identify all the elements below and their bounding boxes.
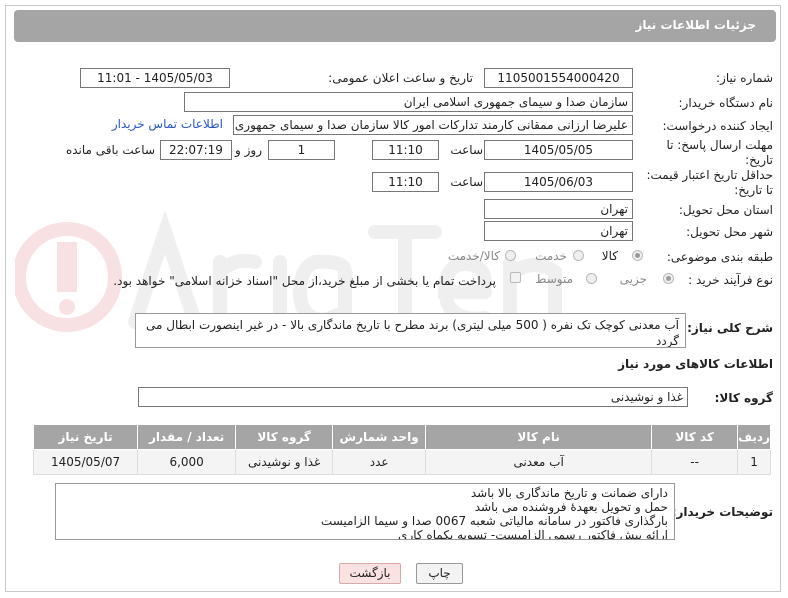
col-quantity: تعداد / مقدار bbox=[137, 424, 237, 450]
col-unit: واحد شمارش bbox=[332, 424, 427, 450]
col-group: گروه کالا bbox=[235, 424, 334, 450]
description-label: شرح کلی نیاز: bbox=[687, 321, 773, 335]
purchase-type-label: نوع فرآیند خرید : bbox=[688, 273, 773, 287]
days-field[interactable]: 1 bbox=[268, 140, 335, 160]
table-header-row: ردیف کد کالا نام کالا واحد شمارش گروه کا… bbox=[32, 424, 771, 450]
cell-unit: عدد bbox=[332, 449, 427, 475]
announce-label: تاریخ و ساعت اعلان عمومی: bbox=[328, 71, 473, 85]
need-number-label: شماره نیاز: bbox=[716, 71, 773, 85]
category-option-goods: کالا bbox=[601, 249, 618, 263]
validity-time-label: ساعت bbox=[450, 175, 483, 189]
table-row[interactable]: 1 -- آب معدنی عدد غذا و نوشیدنی 6,000 14… bbox=[32, 449, 771, 475]
category-option-service: خدمت bbox=[535, 249, 567, 263]
city-field[interactable]: تهران bbox=[484, 221, 633, 241]
cell-item-name: آب معدنی bbox=[425, 449, 653, 475]
category-radio-both[interactable] bbox=[505, 250, 516, 261]
category-radio-service[interactable] bbox=[573, 250, 584, 261]
col-row-number: ردیف bbox=[737, 424, 771, 450]
cell-row-number: 1 bbox=[737, 449, 771, 475]
validity-label-date: تا تاریخ: bbox=[734, 183, 773, 197]
deadline-time-field[interactable]: 11:10 bbox=[372, 140, 439, 160]
back-button[interactable]: بازگشت bbox=[339, 563, 401, 584]
requester-label: ایجاد کننده درخواست: bbox=[662, 119, 773, 133]
province-field[interactable]: تهران bbox=[484, 199, 633, 219]
buyer-notes-textarea[interactable]: دارای ضمانت و تاریخ ماندگاری بالا باشد ح… bbox=[55, 483, 675, 540]
buyer-note-line: حمل و تحویل بعهدهٔ فروشنده می باشد bbox=[474, 500, 668, 514]
treasury-payment-note: پرداخت تمام یا بخشی از مبلغ خرید،از محل … bbox=[113, 274, 496, 288]
deadline-time-label: ساعت bbox=[450, 143, 483, 157]
panel-header: جزئیات اطلاعات نیاز bbox=[14, 10, 776, 42]
cell-item-code: -- bbox=[651, 449, 739, 475]
announce-field[interactable]: 1405/05/03 - 11:01 bbox=[80, 68, 230, 88]
page-title: جزئیات اطلاعات نیاز bbox=[635, 18, 756, 32]
province-label: استان محل تحویل: bbox=[678, 203, 773, 217]
category-radio-goods[interactable] bbox=[632, 250, 643, 261]
description-textarea[interactable]: آب معدنی کوچک تک نفره ( 500 میلی لیتری) … bbox=[135, 313, 686, 348]
buyer-org-label: نام دستگاه خریدار: bbox=[678, 96, 774, 110]
col-item-name: نام کالا bbox=[425, 424, 653, 450]
cell-quantity: 6,000 bbox=[137, 449, 237, 475]
buyer-org-field[interactable]: سازمان صدا و سیمای جمهوری اسلامی ایران bbox=[184, 92, 633, 112]
goods-group-label: گروه کالا: bbox=[714, 391, 773, 405]
requester-field[interactable]: علیرضا ارزانی ممقانی کارمند تدارکات امور… bbox=[233, 115, 633, 135]
category-option-both: کالا/خدمت bbox=[447, 249, 500, 263]
category-label: طبقه بندی موضوعی: bbox=[666, 250, 773, 264]
deadline-label-date: تاریخ: bbox=[745, 153, 773, 167]
goods-section-title: اطلاعات کالاهای مورد نیاز bbox=[618, 357, 773, 371]
deadline-label: مهلت ارسال پاسخ: تا bbox=[666, 138, 773, 152]
cell-group: غذا و نوشیدنی bbox=[235, 449, 334, 475]
treasury-payment-checkbox[interactable] bbox=[510, 272, 521, 283]
remaining-label: ساعت باقی مانده bbox=[65, 143, 155, 157]
buyer-notes-label: توضیحات خریدار: bbox=[671, 505, 773, 519]
col-item-code: کد کالا bbox=[651, 424, 739, 450]
print-button[interactable]: چاپ bbox=[416, 563, 463, 584]
purchase-radio-minor[interactable] bbox=[663, 273, 674, 284]
validity-time-field[interactable]: 11:10 bbox=[372, 172, 439, 192]
validity-date-field[interactable]: 1405/06/03 bbox=[484, 172, 633, 192]
purchase-option-medium: متوسط bbox=[535, 272, 573, 286]
purchase-option-minor: جزیی bbox=[619, 272, 647, 286]
buyer-note-line: ارائه پیش فاکتور رسمی الزامیست- تسویه یک… bbox=[398, 528, 668, 540]
city-label: شهر محل تحویل: bbox=[686, 225, 773, 239]
goods-table: ردیف کد کالا نام کالا واحد شمارش گروه کا… bbox=[32, 424, 771, 475]
remaining-time-field[interactable]: 22:07:19 bbox=[160, 140, 232, 160]
need-number-field[interactable]: 1105001554000420 bbox=[484, 68, 633, 88]
days-label: روز و bbox=[235, 143, 262, 157]
buyer-note-line: دارای ضمانت و تاریخ ماندگاری بالا باشد bbox=[470, 486, 668, 500]
deadline-date-field[interactable]: 1405/05/05 bbox=[484, 140, 633, 160]
contact-info-link[interactable]: اطلاعات تماس خریدار bbox=[112, 117, 223, 131]
cell-need-date: 1405/05/07 bbox=[32, 449, 139, 475]
goods-group-field[interactable]: غذا و نوشیدنی bbox=[138, 387, 688, 407]
validity-label: حداقل تاریخ اعتبار قیمت: bbox=[646, 168, 773, 182]
purchase-radio-medium[interactable] bbox=[586, 273, 597, 284]
col-need-date: تاریخ نیاز bbox=[32, 424, 139, 450]
buyer-note-line: بارگذاری فاکتور در سامانه مالیاتی شعبه 0… bbox=[320, 514, 668, 528]
